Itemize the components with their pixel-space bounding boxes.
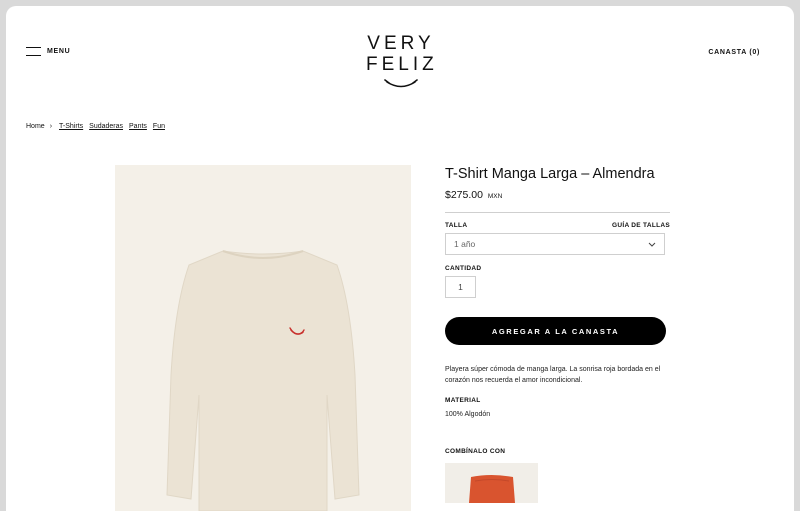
menu-button[interactable]: MENU (26, 47, 71, 57)
long-sleeve-shirt-image (166, 250, 360, 511)
browser-page: MENU VERY FELIZ CANASTA (0) Home › T-Shi… (6, 6, 794, 511)
material-label: MATERIAL (445, 397, 481, 404)
chevron-right-icon: › (49, 123, 53, 130)
smile-logo-icon (384, 79, 418, 88)
size-row: TALLA GUÍA DE TALLAS (445, 222, 670, 229)
divider (445, 212, 670, 213)
price-currency: MXN (487, 193, 503, 200)
chevron-down-icon (648, 242, 656, 247)
breadcrumb: Home › T-Shirts Sudaderas Pants Fun (26, 123, 171, 130)
cart-link[interactable]: CANASTA (0) (708, 49, 760, 56)
product-title: T-Shirt Manga Larga – Almendra (445, 166, 655, 182)
quantity-label: CANTIDAD (445, 265, 482, 272)
site-logo[interactable]: VERY FELIZ (366, 33, 436, 90)
hamburger-icon (26, 47, 41, 57)
menu-label: MENU (47, 48, 71, 55)
material-value: 100% Algodón (445, 411, 491, 418)
combine-product-thumbnail[interactable] (445, 463, 538, 503)
breadcrumb-sudaderas[interactable]: Sudaderas (89, 123, 123, 130)
size-label: TALLA (445, 222, 468, 229)
breadcrumb-home[interactable]: Home (26, 123, 45, 130)
breadcrumb-pants[interactable]: Pants (129, 123, 147, 130)
product-info: T-Shirt Manga Larga – Almendra $275.00 M… (445, 165, 670, 503)
logo-line-1: VERY (367, 33, 435, 54)
quantity-input[interactable]: 1 (445, 276, 476, 298)
price-value: $275.00 (445, 189, 483, 201)
pants-image (469, 475, 515, 503)
breadcrumb-tshirts[interactable]: T-Shirts (59, 123, 83, 130)
product-price: $275.00 MXN (445, 189, 670, 201)
size-guide-link[interactable]: GUÍA DE TALLAS (612, 222, 670, 229)
product-image[interactable] (115, 165, 411, 511)
logo-line-2: FELIZ (366, 54, 438, 75)
combine-label: COMBÍNALO CON (445, 448, 506, 455)
add-to-cart-button[interactable]: AGREGAR A LA CANASTA (445, 317, 666, 345)
size-selected-value: 1 año (454, 239, 476, 249)
product-description: Playera súper cómoda de manga larga. La … (445, 366, 661, 384)
size-select[interactable]: 1 año (445, 233, 665, 255)
breadcrumb-fun[interactable]: Fun (153, 123, 165, 130)
